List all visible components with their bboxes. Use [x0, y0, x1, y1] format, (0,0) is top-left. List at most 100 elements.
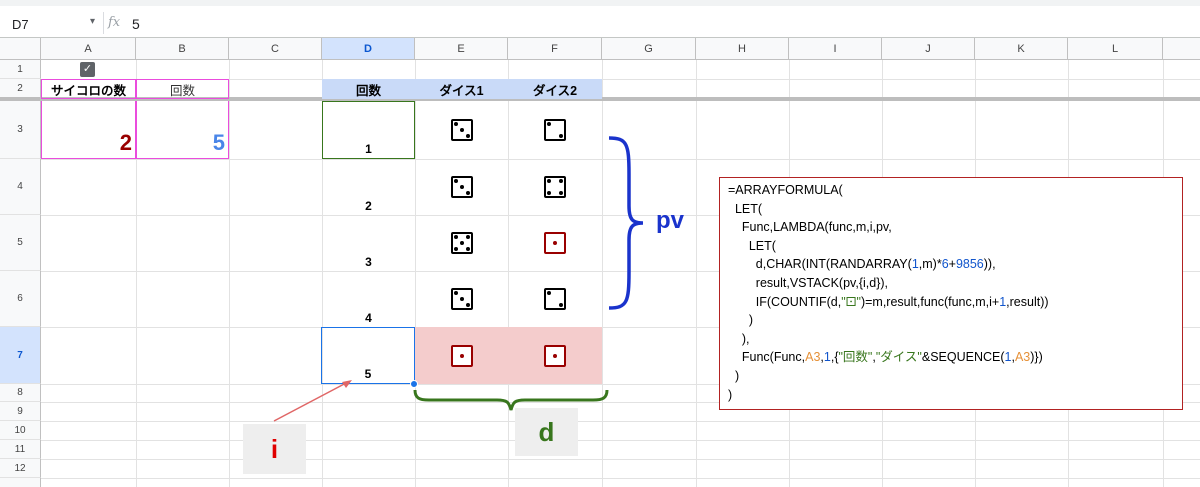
die-pip: [559, 191, 563, 195]
die-pip: [453, 235, 458, 239]
die-pip: [453, 179, 458, 183]
die-pip: [453, 247, 458, 251]
die-pip: [453, 291, 458, 295]
die-face-e6: [450, 288, 473, 310]
formula-line-2: LET(: [728, 201, 763, 216]
die-pip: [553, 241, 557, 245]
die-pip: [459, 185, 464, 189]
die-face-f6: [544, 288, 566, 310]
column-header-l[interactable]: L: [1068, 38, 1163, 60]
die-pip: [559, 303, 563, 307]
column-header-m[interactable]: [1163, 38, 1200, 60]
cell-d4-turn[interactable]: 2: [322, 159, 415, 215]
d-brace: [413, 389, 609, 411]
column-header-b[interactable]: B: [136, 38, 229, 60]
die-pip: [547, 291, 551, 295]
row-header-11[interactable]: 11: [0, 440, 41, 459]
formula-line-8: ): [728, 313, 753, 328]
formula-line-12: ): [728, 387, 733, 402]
formula-bar-divider: [103, 12, 104, 34]
die-face-f5: [544, 232, 566, 254]
cell-e2-header[interactable]: ダイス1: [415, 79, 508, 99]
die-pip: [553, 353, 557, 358]
cell-d5-turn[interactable]: 3: [322, 215, 415, 271]
row-header-8[interactable]: 8: [0, 384, 41, 402]
cell-f2-header[interactable]: ダイス2: [508, 79, 602, 99]
column-header-a[interactable]: A: [41, 38, 136, 60]
formula-line-1: =ARRAYFORMULA(: [728, 183, 843, 197]
d-label: d: [515, 408, 578, 456]
formula-line-4: LET(: [728, 238, 776, 253]
die-pip: [547, 122, 551, 126]
die-pip: [465, 247, 470, 251]
column-header-g[interactable]: G: [602, 38, 696, 60]
row-header-1[interactable]: 1: [0, 60, 41, 79]
selection-fill-handle[interactable]: [410, 380, 418, 388]
i-arrow: [273, 380, 352, 422]
cell-a2-dice-count-label[interactable]: サイコロの数: [41, 79, 136, 99]
formula-explanation-box: =ARRAYFORMULA( LET( Func,LAMBDA(func,m,i…: [719, 177, 1183, 410]
cell-b3-count[interactable]: 5: [136, 101, 229, 159]
die-pip: [459, 241, 464, 245]
die-face-e7: [450, 344, 473, 367]
die-face-e5: [450, 232, 473, 254]
i-label: i: [243, 424, 306, 474]
die-face-f7: [544, 344, 566, 367]
row-header-3[interactable]: 3: [0, 101, 41, 159]
formula-line-9: ),: [728, 331, 750, 346]
formula-line-6: result,VSTACK(pv,{i,d}),: [728, 275, 889, 290]
die-pip: [547, 179, 551, 183]
column-header-f[interactable]: F: [508, 38, 602, 60]
die-face-e4: [450, 176, 473, 198]
die-pip: [465, 191, 470, 195]
fx-icon: fx: [108, 15, 121, 30]
column-header-j[interactable]: J: [882, 38, 975, 60]
die-pip: [465, 235, 470, 239]
die-face-f4: [544, 176, 566, 198]
row-header-12[interactable]: 12: [0, 459, 41, 478]
name-box[interactable]: D7: [12, 17, 29, 32]
cell-a3-dice-count[interactable]: 2: [41, 101, 136, 159]
row-header-4[interactable]: 4: [0, 159, 41, 215]
cell-b2-count-label[interactable]: 回数: [136, 79, 229, 99]
cell-d3-turn[interactable]: 1: [322, 101, 415, 159]
die-pip: [547, 191, 551, 195]
die-face-e3: [450, 119, 473, 141]
column-header-e[interactable]: E: [415, 38, 508, 60]
row-header-2[interactable]: 2: [0, 79, 41, 99]
column-header-k[interactable]: K: [975, 38, 1068, 60]
row-header-9[interactable]: 9: [0, 402, 41, 421]
select-all-corner[interactable]: [0, 38, 41, 60]
top-strip: [0, 0, 1200, 6]
die-pip: [559, 134, 563, 138]
pv-brace: [608, 136, 644, 310]
column-header-d[interactable]: D: [322, 38, 415, 60]
die-pip: [459, 128, 464, 132]
row-header-5[interactable]: 5: [0, 215, 41, 271]
row-header-10[interactable]: 10: [0, 421, 41, 440]
die-pip: [459, 353, 464, 358]
row-header-6[interactable]: 6: [0, 271, 41, 327]
column-header-c[interactable]: C: [229, 38, 322, 60]
die-pip: [559, 179, 563, 183]
formula-line-10: Func(Func,A3,1,{"回数","ダイス"&SEQUENCE(1,A3…: [728, 350, 1043, 365]
row-header-13[interactable]: [0, 478, 41, 487]
formula-input[interactable]: 5: [132, 16, 140, 32]
row7-highlight: [415, 327, 602, 384]
cell-d2-header[interactable]: 回数: [322, 79, 415, 99]
column-header-i[interactable]: I: [789, 38, 882, 60]
formula-line-11: ): [728, 368, 740, 383]
cell-d6-turn[interactable]: 4: [322, 271, 415, 327]
die-pip: [465, 303, 470, 307]
name-box-dropdown-icon[interactable]: ▾: [90, 16, 95, 27]
formula-line-5: d,CHAR(INT(RANDARRAY(1,m)*6+9856)),: [728, 257, 996, 272]
column-header-h[interactable]: H: [696, 38, 789, 60]
row-header-7[interactable]: 7: [0, 327, 41, 384]
die-face-f3: [544, 119, 566, 141]
pv-label: pv: [656, 207, 685, 234]
checkbox-a1[interactable]: ✓: [80, 62, 95, 77]
die-pip: [453, 122, 458, 126]
formula-line-3: Func,LAMBDA(func,m,i,pv,: [728, 220, 892, 235]
die-pip: [459, 297, 464, 301]
die-pip: [465, 134, 470, 138]
